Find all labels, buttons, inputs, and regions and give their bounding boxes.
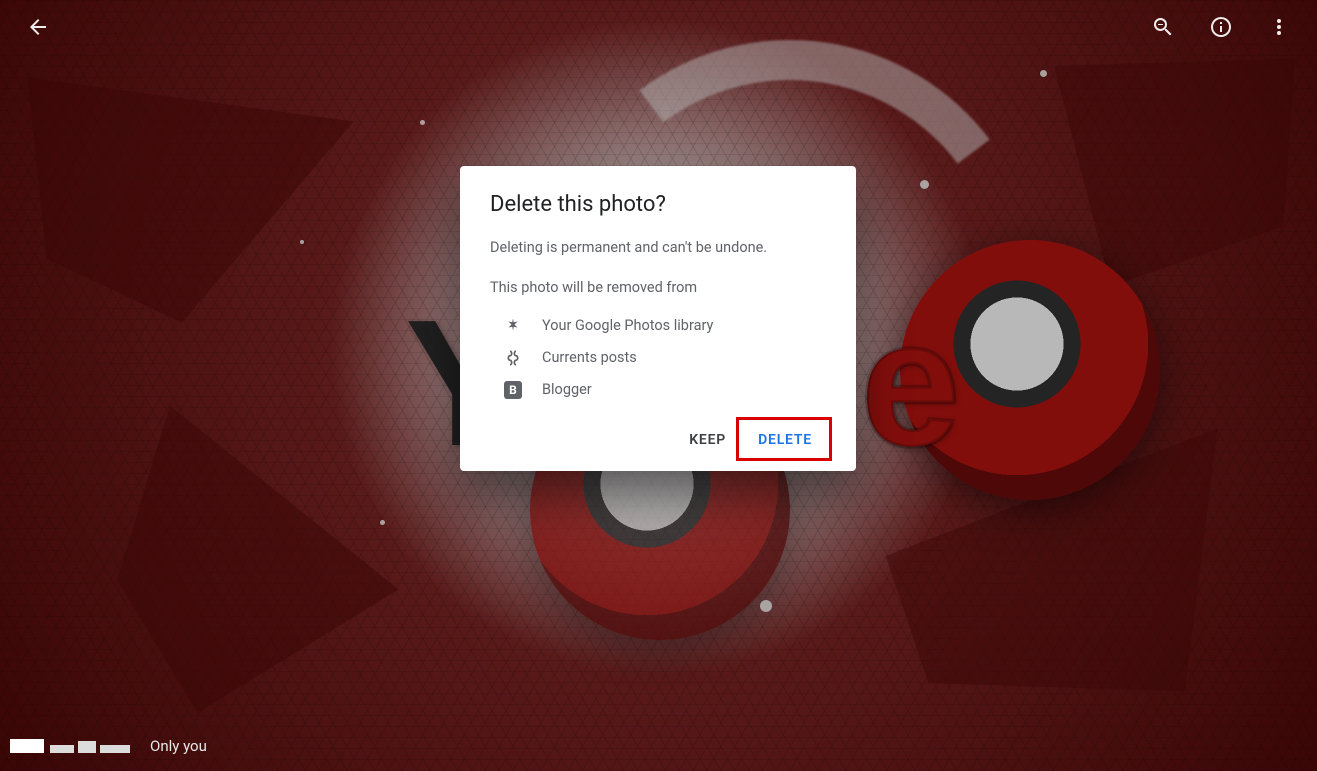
list-item: Your Google Photos library [490,317,826,335]
zoom-out-icon [1151,15,1175,39]
back-button[interactable] [18,7,58,47]
dialog-subheading: This photo will be removed from [490,277,826,299]
list-item-label: Blogger [542,381,592,398]
list-item-label: Your Google Photos library [542,317,713,334]
more-options-button[interactable] [1259,7,1299,47]
info-icon [1209,15,1233,39]
visibility-label: Only you [150,737,207,755]
list-item: B Blogger [490,381,826,399]
photos-icon [504,317,522,335]
keep-button[interactable]: KEEP [675,423,740,457]
currents-icon [504,349,522,367]
viewer-toolbar [0,0,1317,54]
list-item-label: Currents posts [542,349,637,366]
blogger-icon: B [504,381,522,399]
dialog-actions: KEEP DELETE [490,423,826,457]
visibility-indicator: Only you [10,735,207,757]
zoom-out-button[interactable] [1143,7,1183,47]
removal-targets-list: Your Google Photos library Currents post… [490,317,826,399]
arrow-left-icon [26,15,50,39]
info-button[interactable] [1201,7,1241,47]
more-vert-icon [1267,15,1291,39]
dialog-title: Delete this photo? [490,192,826,217]
dialog-warning: Deleting is permanent and can't be undon… [490,237,826,259]
delete-button[interactable]: DELETE [744,423,826,457]
delete-photo-dialog: Delete this photo? Deleting is permanent… [460,166,856,471]
redacted-name [10,735,140,757]
list-item: Currents posts [490,349,826,367]
